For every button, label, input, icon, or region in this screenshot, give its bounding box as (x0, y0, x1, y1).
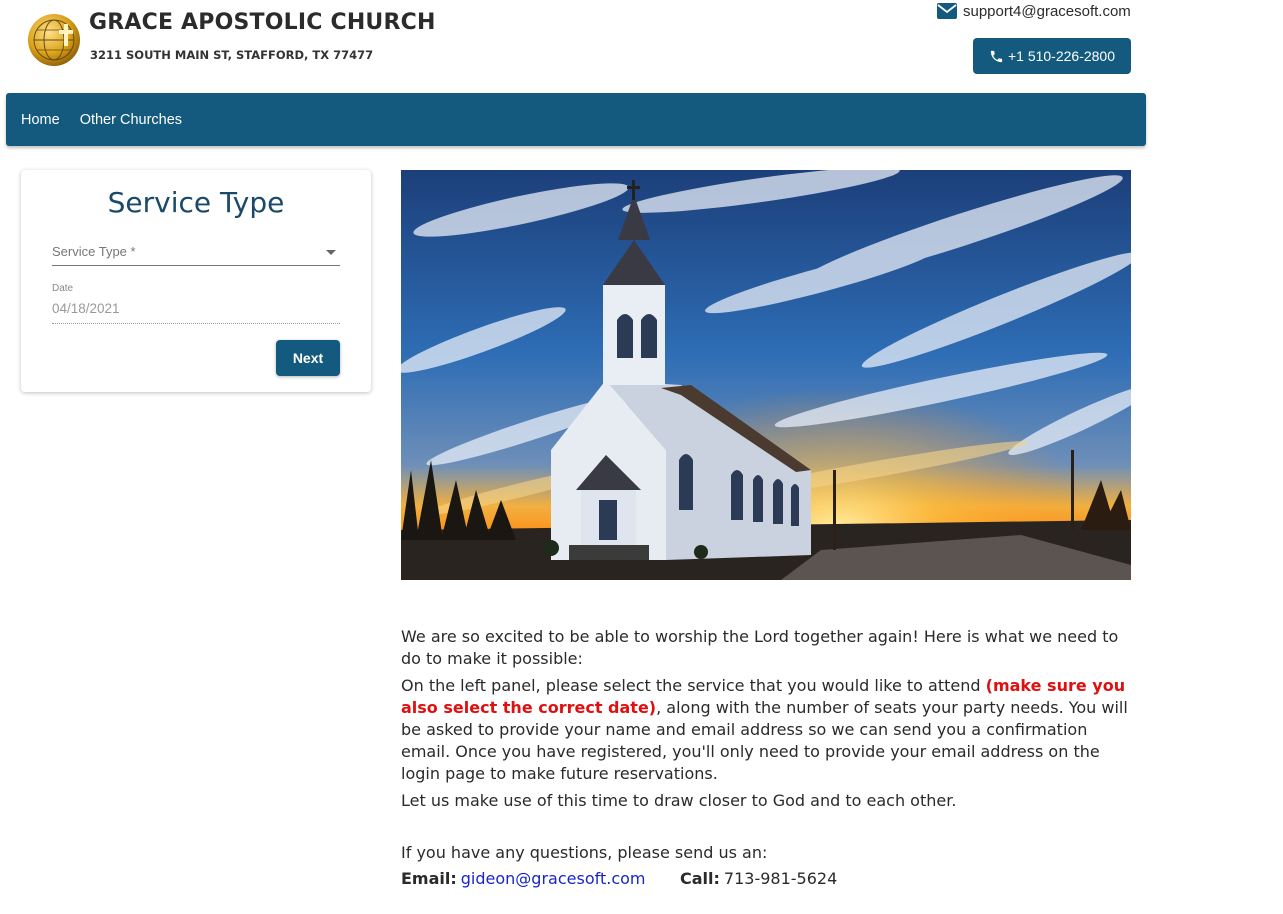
phone-button[interactable]: +1 510-226-2800 (973, 38, 1131, 74)
support-email[interactable]: support4@gracesoft.com (937, 0, 1131, 22)
nav-home[interactable]: Home (21, 112, 60, 128)
intro-text: We are so excited to be able to worship … (401, 627, 1119, 668)
welcome-content: We are so excited to be able to worship … (401, 626, 1131, 817)
card-title: Service Type (107, 186, 285, 219)
next-button[interactable]: Next (276, 340, 340, 376)
call-number: 713-981-5624 (723, 869, 838, 888)
service-type-label: Service Type * (52, 244, 136, 259)
dropdown-arrow-icon (326, 250, 336, 255)
church-address: 3211 SOUTH MAIN ST, STAFFORD, TX 77477 (90, 48, 374, 62)
instructions-text: On the left panel, please select the ser… (401, 675, 1131, 785)
church-name: GRACE APOSTOLIC CHURCH (89, 10, 436, 35)
closing-text: Let us make use of this time to draw clo… (401, 791, 957, 810)
date-label: Date (52, 283, 74, 294)
church-hero-image (401, 170, 1131, 580)
date-field[interactable]: 04/18/2021 (52, 300, 340, 324)
mail-icon (937, 3, 957, 19)
questions-text: If you have any questions, please send u… (401, 843, 768, 862)
contact-email-link[interactable]: gideon@gracesoft.com (461, 869, 646, 888)
phone-icon (990, 50, 1003, 62)
service-type-select[interactable]: Service Type * (52, 242, 340, 266)
support-email-text: support4@gracesoft.com (963, 2, 1131, 20)
nav-other-churches[interactable]: Other Churches (80, 112, 182, 128)
contact-row: Email: gideon@gracesoft.com Call: 713-981… (401, 869, 837, 888)
date-value: 04/18/2021 (52, 301, 120, 316)
phone-button-label: +1 510-226-2800 (1007, 48, 1116, 64)
church-logo[interactable] (26, 10, 82, 68)
call-block: Call: 713-981-5624 (680, 869, 837, 888)
call-label: Call: (680, 869, 720, 888)
email-label: Email: (401, 869, 457, 888)
service-card: Service Type Service Type * Date 04/18/2… (21, 170, 371, 392)
main-nav: Home Other Churches (6, 93, 1146, 146)
instructions-pre: On the left panel, please select the ser… (401, 676, 986, 695)
